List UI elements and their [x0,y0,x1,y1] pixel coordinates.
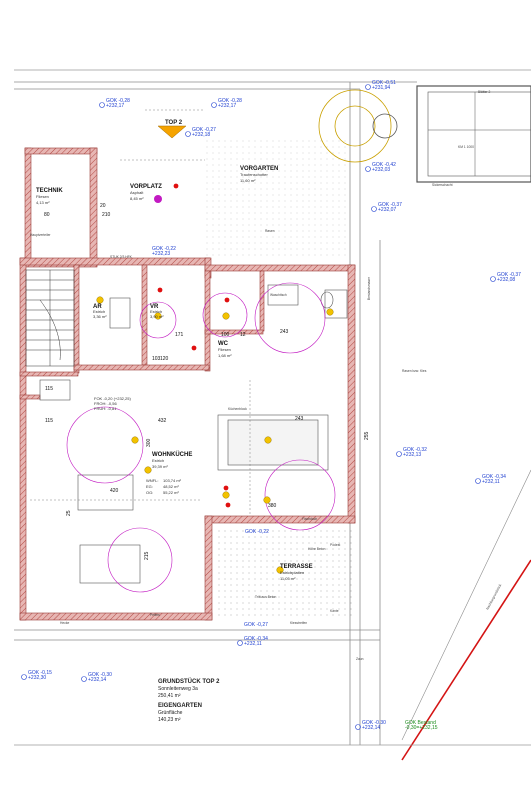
dim-115a: 115 [45,418,53,424]
gok-027b: GOK -0,27 [244,622,268,628]
note-kante: Kante [330,609,339,613]
dim-243a: 243 [280,329,289,335]
room-technik-floor: Fliesen [36,194,49,199]
eg-label: EG: [146,484,153,489]
note-kiesstreifen: Kiesstreifen [290,621,307,625]
gok-032-abs: +232,13 [403,452,421,458]
plot-info: GRUNDSTÜCK TOP 2 Sonnleitenweg 3a 250,41… [158,678,220,723]
note-rasen-kies: Rasen bzw. Kies [402,369,427,373]
km-label: KM 1 1000 [458,145,474,149]
gok-030b-abs: +232,14 [362,725,380,731]
room-vorplatz-area: 8,45 m² [130,196,144,201]
plot-title: GRUNDSTÜCK TOP 2 [158,678,220,685]
garden-title: EIGENGARTEN [158,703,202,709]
vorplatz-marker [154,195,162,203]
gok-042-abs: +232,03 [372,167,390,173]
room-wohnkueche-name: WOHNKÜCHE [152,451,192,458]
staircase [25,269,75,367]
room-vr-area: 3,90 m² [150,314,164,319]
gok-022b: GOK -0,22 [245,529,269,535]
note-pellets: Pellets [150,613,160,617]
eg-value: 48,52 m² [163,484,179,489]
gok-bestand-abs: -0,30=+232,15 [405,725,438,731]
og-value: 55,22 m² [163,490,179,495]
fok-line3: FRUH: -0,81 [94,406,117,411]
north-label: Blätter 2 [478,90,490,94]
plot-address: Sonnleitenweg 3a [158,686,198,692]
room-ar: AR Estrich 3,36 m² [93,304,107,319]
gok-015-abs: +232,30 [28,675,46,681]
dim-12: 12 [240,332,246,338]
plot-area: 250,41 m² [158,693,181,699]
room-wc-floor: Fliesen [218,347,231,352]
room-wc: WC Fliesen 1,68 m² [218,341,232,358]
note-waschtisch: Waschtisch [270,293,287,297]
room-wohnkueche: WOHNKÜCHE Estrich 39,39 m² [152,451,192,469]
note-kuechenblock: Küchenblock [228,407,247,411]
note-zaun: Zaun [356,657,364,661]
fok-block: FOK -0,20 (+232,25) FROH: -0,56 FRUH: -0… [94,396,131,411]
dim-25: 25 [66,510,72,516]
dim-243b: 243 [295,416,304,422]
note-sickerschacht: Sickerschacht [432,183,453,187]
gok-037-abs: +232,07 [378,207,396,213]
room-vorgarten-area: 11,60 m² [240,178,256,183]
gok-034-abs: +232,11 [244,641,262,647]
gok-037b-abs: +232,08 [497,277,515,283]
dim-380: 380 [268,503,277,509]
top2-marker [157,125,187,139]
note-hauptverteiler: Hauptverteiler [30,233,51,237]
room-ar-area: 3,36 m² [93,314,107,319]
garden-area: 140,23 m² [158,717,181,723]
room-vr: VR Estrich 3,90 m² [150,304,164,319]
wnfl-value: 103,74 m² [163,478,182,483]
room-wohnkueche-area: 39,39 m² [152,464,168,469]
note-rasen: Rasen [265,229,275,233]
room-terrasse-area: 11,05 m² [280,576,296,581]
room-vorgarten-floor: Traufenschotter [240,172,269,177]
gok-top-center-abs: +232,17 [218,103,236,109]
neighbour-plot-label: Nachbargrundstück [485,583,502,610]
room-wc-area: 1,68 m² [218,353,232,358]
area-summary: WNFL: 103,74 m² EG: 48,52 m² OG: 55,22 m… [146,478,182,495]
note-flachdach: Flachdach [302,517,317,521]
gok-027-abs: +232,18 [192,132,210,138]
dim-80: 80 [44,212,50,218]
dim-20: 20 [100,203,106,209]
dim-432: 432 [158,418,167,424]
gok-022-abs: +232,23 [152,251,170,257]
note-hoehe-beton: Höhe Beton [308,547,326,551]
note-hecke: Hecke [60,621,70,625]
wnfl-label: WNFL: [146,478,158,483]
dim-420: 420 [110,488,119,494]
og-label: OG: [146,490,153,495]
dim-300: 300 [146,438,152,447]
room-wohnkueche-floor: Estrich [152,458,164,463]
dim-115b: 115 [45,386,53,392]
room-technik-area: 4,13 m² [36,200,50,205]
gok-034b-abs: +232,11 [482,479,500,485]
note-bestandsmauer: Bestandsmauer [367,276,371,300]
dim-255: 255 [364,431,370,440]
gok-top-right-abs: +231,94 [372,85,390,91]
floor-plan: KM 1 1000 Blätter 2 Nachbargrundstück TO… [14,69,531,761]
neighbour-building [416,85,531,183]
dim-100: 100 [221,332,230,338]
dim-210: 210 [102,212,111,218]
room-vorplatz-floor: Asphalt [130,190,144,195]
gok-030-abs: +232,14 [88,677,106,683]
vorgarten-area [205,140,348,258]
dim-171: 171 [175,332,184,338]
note-stuk: STUK 2/3 HFK [110,255,133,259]
top2-label: TOP 2 [165,120,183,126]
dim-120: 120 [160,356,169,362]
room-terrasse-floor: Estrichplatten [280,570,304,575]
dim-215: 215 [144,551,150,560]
note-podest: Podest [330,543,340,547]
note-tritt: Tritt aus Beton [255,595,276,599]
gok-top-left-abs: +232,17 [106,103,124,109]
room-technik: TECHNIK Fliesen 4,13 m² [36,188,63,205]
garden-floor: Grünfläche [158,710,183,716]
neighbour-line [401,469,531,741]
